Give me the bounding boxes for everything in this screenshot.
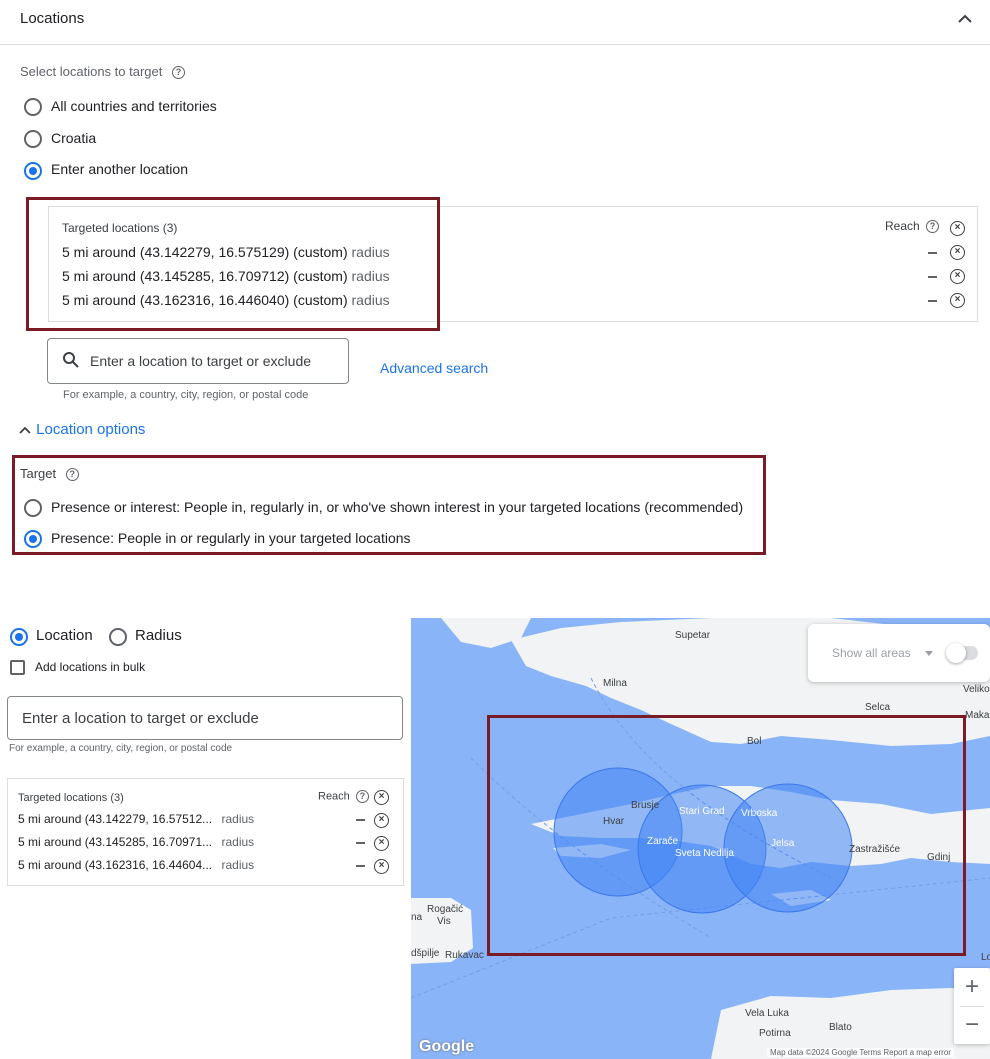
map-label: dšpilje: [411, 948, 440, 959]
section-title: Locations: [20, 10, 85, 27]
advanced-search-link[interactable]: Advanced search: [380, 360, 488, 376]
bulk-label: Add locations in bulk: [35, 660, 146, 674]
reach-dash: [928, 276, 937, 278]
chevron-up-icon: [19, 426, 31, 434]
zoom-divider: [960, 1006, 984, 1007]
zoom-out-button[interactable]: −: [954, 1008, 990, 1042]
option-all-countries-label: All countries and territories: [51, 98, 217, 114]
radio-enter-another-location[interactable]: [24, 162, 42, 180]
map-label: Supetar: [675, 630, 711, 641]
search-icon: [63, 352, 79, 368]
help-icon[interactable]: ?: [355, 790, 369, 803]
map-label: Rogačić: [427, 904, 464, 915]
highlight-box-targeted: [26, 197, 440, 331]
remove-location-icon[interactable]: ×: [374, 836, 389, 851]
targeted-locations-title: Targeted locations (3): [18, 792, 124, 804]
map-label: Veliko: [963, 684, 990, 695]
reach-dash: [928, 252, 937, 254]
map-label: Potirna: [759, 1028, 791, 1039]
map-label: Blato: [829, 1022, 852, 1033]
show-all-areas-control[interactable]: Show all areas: [808, 624, 990, 682]
toggle-knob: [946, 643, 966, 663]
help-icon[interactable]: ?: [171, 66, 185, 80]
map-label: Vis: [437, 916, 451, 927]
search-placeholder: Enter a location to target or exclude: [90, 353, 312, 369]
chevron-up-icon[interactable]: [956, 12, 974, 26]
location-row: 5 mi around (43.142279, 16.57512... radi…: [18, 812, 255, 826]
search-hint: For example, a country, city, region, or…: [9, 743, 233, 754]
map-label: Rukavac: [445, 950, 484, 961]
remove-all-icon[interactable]: ×: [950, 221, 965, 236]
zoom-control: + −: [954, 968, 990, 1044]
radio-location-tab[interactable]: [10, 628, 28, 646]
remove-all-icon[interactable]: ×: [374, 790, 389, 805]
zoom-in-button[interactable]: +: [954, 970, 990, 1004]
bulk-checkbox[interactable]: [10, 660, 25, 675]
map-label: Milna: [603, 678, 627, 689]
header-divider: [0, 44, 990, 45]
map-attribution: Map data ©2024 Google Terms Report a map…: [767, 1048, 954, 1057]
bottom-search-input[interactable]: Enter a location to target or exclude: [7, 696, 403, 740]
radio-all-countries[interactable]: [24, 98, 42, 116]
map-label: Maka: [965, 710, 990, 721]
google-logo: Google: [419, 1038, 475, 1055]
reach-dash: [356, 842, 365, 844]
location-row: 5 mi around (43.162316, 16.44604... radi…: [18, 858, 255, 872]
show-all-areas-toggle[interactable]: [946, 643, 978, 663]
map-label: Lo: [981, 952, 990, 963]
reach-dash: [356, 865, 365, 867]
radius-tab-label: Radius: [135, 627, 182, 644]
radio-radius-tab[interactable]: [109, 628, 127, 646]
select-locations-label: Select locations to target ?: [20, 64, 185, 80]
reach-label: Reach ?: [318, 790, 369, 803]
reach-dash: [356, 819, 365, 821]
location-options-toggle[interactable]: Location options: [18, 421, 145, 438]
remove-location-icon[interactable]: ×: [950, 293, 965, 308]
help-icon[interactable]: ?: [926, 220, 940, 234]
show-all-areas-label: Show all areas: [832, 646, 911, 660]
remove-location-icon[interactable]: ×: [374, 859, 389, 874]
map-label: Selca: [865, 702, 891, 713]
search-hint: For example, a country, city, region, or…: [63, 389, 309, 401]
option-croatia-label: Croatia: [51, 130, 97, 146]
radio-croatia[interactable]: [24, 130, 42, 148]
location-search-input[interactable]: Enter a location to target or exclude: [47, 338, 349, 384]
location-tab-label: Location: [36, 627, 93, 644]
option-enter-another-label: Enter another location: [51, 161, 188, 177]
map-label: na: [411, 912, 423, 923]
map-label: Vela Luka: [745, 1008, 789, 1019]
remove-location-icon[interactable]: ×: [374, 813, 389, 828]
highlight-box-target: [12, 455, 766, 555]
dropdown-arrow-icon: [925, 651, 933, 656]
reach-dash: [928, 300, 937, 302]
highlight-box-map: [487, 715, 966, 956]
location-row: 5 mi around (43.145285, 16.70971... radi…: [18, 835, 255, 849]
reach-label: Reach ?: [885, 219, 940, 234]
search-placeholder: Enter a location to target or exclude: [22, 710, 259, 727]
remove-location-icon[interactable]: ×: [950, 245, 965, 260]
remove-location-icon[interactable]: ×: [950, 269, 965, 284]
